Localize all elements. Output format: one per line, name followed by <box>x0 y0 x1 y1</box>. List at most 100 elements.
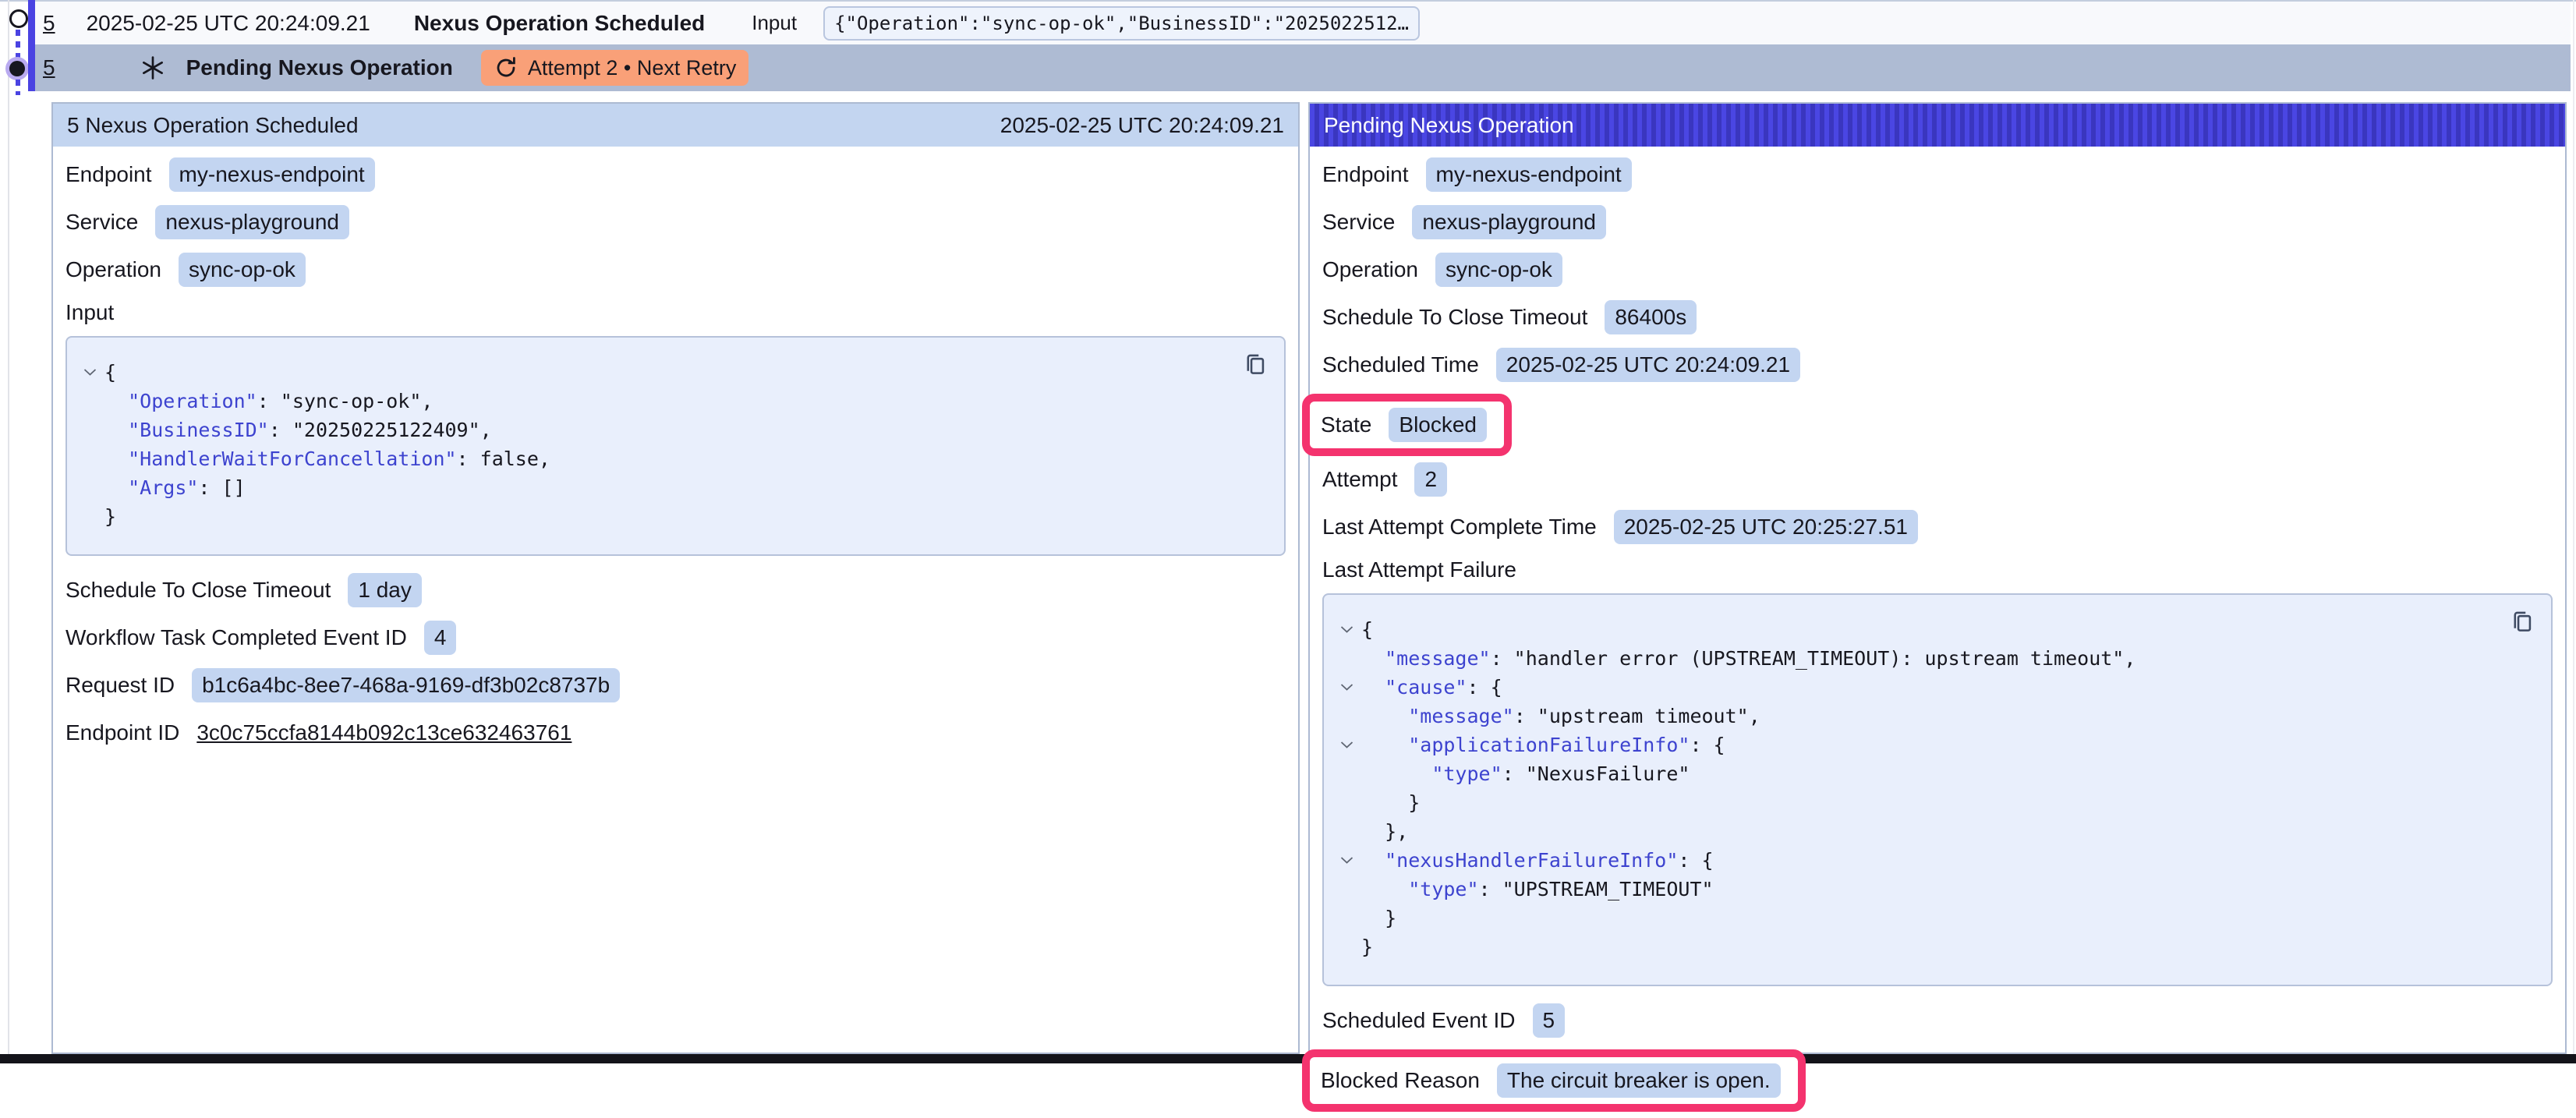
json-code-line: } <box>1332 932 2489 961</box>
annotation-highlight-box: Blocked ReasonThe circuit breaker is ope… <box>1302 1049 1806 1112</box>
json-code-line: { <box>1332 615 2489 644</box>
right-edge-divider <box>2573 0 2574 1063</box>
detail-field-attempt: Attempt 2 <box>1322 462 2553 497</box>
copy-icon[interactable] <box>2509 609 2535 638</box>
field-label: Endpoint <box>65 162 152 187</box>
code-gutter <box>1332 759 1361 788</box>
input-section-label: Input <box>65 300 1286 325</box>
field-value-badge: nexus-playground <box>1412 205 1606 239</box>
json-value: : "sync-op-ok", <box>257 387 433 416</box>
field-label: Scheduled Time <box>1322 352 1479 377</box>
input-preview-badge[interactable]: {"Operation":"sync-op-ok","BusinessID":"… <box>823 6 1420 41</box>
event-row-pending[interactable]: 5 Pending Nexus Operation Attempt 2 • Ne… <box>35 44 2571 91</box>
json-code-line: "message": "handler error (UPSTREAM_TIME… <box>1332 644 2489 673</box>
event-timestamp: 2025-02-25 UTC 20:24:09.21 <box>87 11 370 36</box>
field-label: Service <box>65 210 138 235</box>
event-id-link[interactable]: 5 <box>43 11 55 36</box>
json-key: "Args" <box>128 473 198 502</box>
code-gutter <box>75 502 104 531</box>
event-id-link[interactable]: 5 <box>43 55 55 80</box>
json-value: : "upstream timeout", <box>1514 702 1760 731</box>
scheduled-card-title: 5 Nexus Operation Scheduled <box>67 113 359 138</box>
event-title: Pending Nexus Operation <box>186 55 453 80</box>
json-value: }, <box>1385 817 1408 846</box>
field-value-badge: 2 <box>1414 462 1447 497</box>
json-code-line: } <box>1332 788 2489 817</box>
field-label: Request ID <box>65 673 175 698</box>
scheduled-card-timestamp: 2025-02-25 UTC 20:24:09.21 <box>1000 113 1284 138</box>
json-key: "cause" <box>1385 673 1467 702</box>
pending-operation-card: Pending Nexus Operation Endpointmy-nexus… <box>1308 102 2567 1054</box>
code-gutter <box>1332 788 1361 817</box>
json-code-line: } <box>1332 904 2489 932</box>
json-key: "BusinessID" <box>128 416 269 444</box>
field-value-link[interactable]: 3c0c75ccfa8144b092c13ce632463761 <box>196 720 571 745</box>
json-value: : { <box>1690 731 1725 759</box>
json-value: : false, <box>457 444 550 473</box>
field-value-badge: 86400s <box>1605 300 1697 334</box>
timeline-node-open-icon <box>9 9 28 28</box>
json-value: } <box>1385 904 1396 932</box>
input-label: Input <box>752 11 797 35</box>
detail-field-endpoint: Endpointmy-nexus-endpoint <box>1322 157 2553 192</box>
detail-field-workflow-task-completed-event-id: Workflow Task Completed Event ID4 <box>65 621 1286 655</box>
code-gutter <box>1332 875 1361 904</box>
field-label: Blocked Reason <box>1321 1068 1480 1093</box>
code-gutter <box>1332 817 1361 846</box>
json-key: "nexusHandlerFailureInfo" <box>1385 846 1678 875</box>
field-label: Last Attempt Complete Time <box>1322 515 1597 540</box>
collapse-chevron-icon[interactable] <box>1332 731 1361 759</box>
field-value-badge: 1 day <box>348 573 422 607</box>
detail-field-operation: Operationsync-op-ok <box>1322 253 2553 287</box>
collapse-chevron-icon[interactable] <box>1332 615 1361 644</box>
field-label: Scheduled Event ID <box>1322 1008 1516 1033</box>
json-code-line: "Operation": "sync-op-ok", <box>75 387 1222 416</box>
json-code-line: "Args": [] <box>75 473 1222 502</box>
code-gutter <box>1332 702 1361 731</box>
pending-card-title: Pending Nexus Operation <box>1324 113 1574 138</box>
code-gutter <box>75 416 104 444</box>
timeline-connector <box>16 80 20 95</box>
copy-icon[interactable] <box>1242 352 1269 380</box>
detail-field-state: StateBlocked <box>1321 408 1487 442</box>
json-key: "HandlerWaitForCancellation" <box>128 444 456 473</box>
collapse-chevron-icon[interactable] <box>1332 846 1361 875</box>
field-value-badge: 5 <box>1533 1003 1566 1038</box>
json-code-line: "BusinessID": "20250225122409", <box>75 416 1222 444</box>
detail-field-blocked-reason: Blocked ReasonThe circuit breaker is ope… <box>1321 1063 1781 1098</box>
json-value: { <box>1361 615 1373 644</box>
collapse-chevron-icon[interactable] <box>1332 673 1361 702</box>
collapse-chevron-icon[interactable] <box>75 358 104 387</box>
json-code-line: }, <box>1332 817 2489 846</box>
detail-field-operation: Operation sync-op-ok <box>65 253 1286 287</box>
json-value: } <box>1361 932 1373 961</box>
json-key: "Operation" <box>128 387 257 416</box>
json-value: : { <box>1678 846 1713 875</box>
event-row-scheduled[interactable]: 5 2025-02-25 UTC 20:24:09.21 Nexus Opera… <box>35 2 2571 44</box>
retry-attempt-badge: Attempt 2 • Next Retry <box>481 50 749 86</box>
code-gutter <box>1332 932 1361 961</box>
json-value: : "20250225122409", <box>269 416 492 444</box>
event-title: Nexus Operation Scheduled <box>414 11 705 36</box>
detail-field-scheduled-time: Scheduled Time2025-02-25 UTC 20:24:09.21 <box>1322 348 2553 382</box>
json-value: { <box>104 358 116 387</box>
field-value-badge: sync-op-ok <box>179 253 306 287</box>
detail-field-endpoint-id: Endpoint ID3c0c75ccfa8144b092c13ce632463… <box>65 716 1286 750</box>
json-code-line: "applicationFailureInfo": { <box>1332 731 2489 759</box>
annotation-highlight-box: StateBlocked <box>1302 394 1512 456</box>
json-key: "type" <box>1431 759 1502 788</box>
field-label: Operation <box>65 257 161 282</box>
failure-json-viewer: { "message": "handler error (UPSTREAM_TI… <box>1322 593 2553 986</box>
field-label: Attempt <box>1322 467 1397 492</box>
field-label: Endpoint <box>1322 162 1409 187</box>
json-code-line: "HandlerWaitForCancellation": false, <box>75 444 1222 473</box>
json-value: : "handler error (UPSTREAM_TIMEOUT): ups… <box>1491 644 2136 673</box>
field-label: Operation <box>1322 257 1418 282</box>
json-value: } <box>1408 788 1420 817</box>
detail-field-last-attempt-complete-time: Last Attempt Complete Time 2025-02-25 UTC… <box>1322 510 2553 544</box>
field-value-badge: 4 <box>424 621 457 655</box>
json-code-line: "cause": { <box>1332 673 2489 702</box>
json-key: "message" <box>1408 702 1513 731</box>
field-label: Service <box>1322 210 1395 235</box>
field-value-badge: 2025-02-25 UTC 20:25:27.51 <box>1614 510 1918 544</box>
